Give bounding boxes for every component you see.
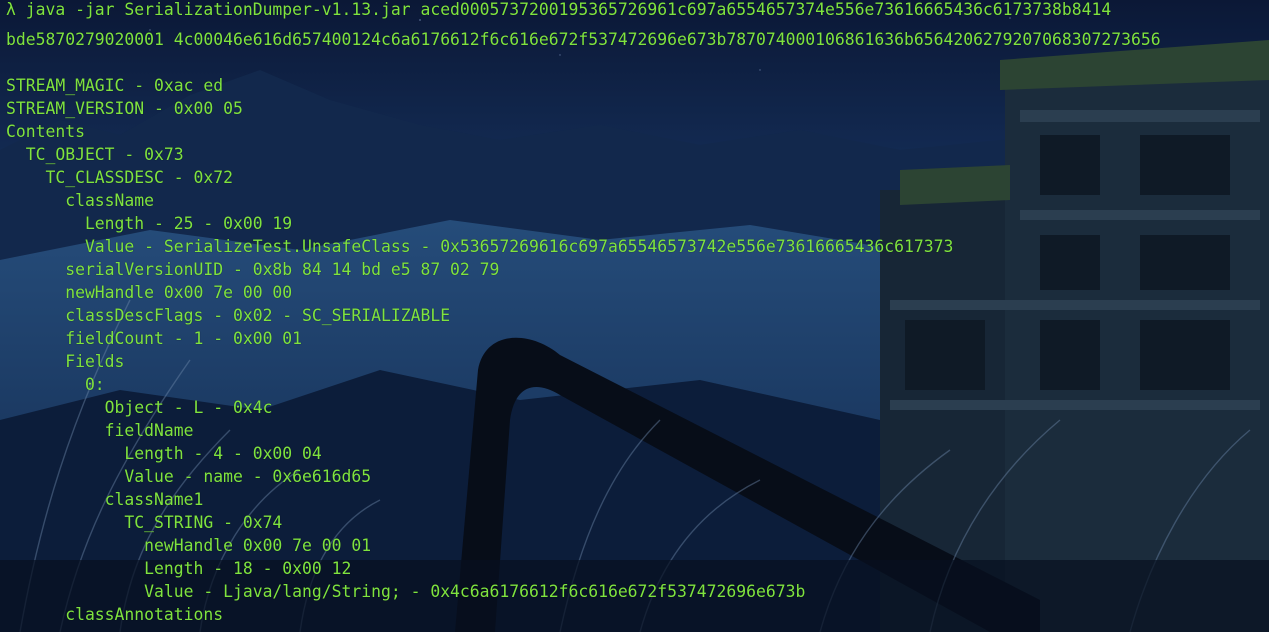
output-line: STREAM_VERSION - 0x00 05 — [6, 99, 243, 118]
output-line: className — [6, 191, 155, 210]
command-line-2: bde5870279020001 4c00046e616d657400124c6… — [6, 30, 1161, 49]
output-line: Fields — [6, 352, 125, 371]
output-line: Value - SerializeTest.UnsafeClass - 0x53… — [6, 237, 954, 256]
output-line: Length - 4 - 0x00 04 — [6, 444, 322, 463]
output-line: classDescFlags - 0x02 - SC_SERIALIZABLE — [6, 306, 451, 325]
output-line: newHandle 0x00 7e 00 00 — [6, 283, 293, 302]
output-line: classAnnotations — [6, 605, 224, 624]
output-line: fieldName — [6, 421, 194, 440]
command-line-1: λ java -jar SerializationDumper-v1.13.ja… — [6, 0, 1112, 19]
output-line: Length - 18 - 0x00 12 — [6, 559, 352, 578]
output-line: Length - 25 - 0x00 19 — [6, 214, 293, 233]
output-line: serialVersionUID - 0x8b 84 14 bd e5 87 0… — [6, 260, 500, 279]
output-line: TC_OBJECT - 0x73 — [6, 145, 184, 164]
output-line: TC_STRING - 0x74 — [6, 513, 283, 532]
terminal-window[interactable]: λ java -jar SerializationDumper-v1.13.ja… — [0, 0, 1269, 632]
output-line: STREAM_MAGIC - 0xac ed — [6, 76, 224, 95]
output-line: Contents — [6, 122, 85, 141]
output-line: 0: — [6, 375, 105, 394]
output-line: Value - Ljava/lang/String; - 0x4c6a61766… — [6, 582, 806, 601]
output-line: TC_CLASSDESC - 0x72 — [6, 168, 233, 187]
output-line: Object - L - 0x4c — [6, 398, 273, 417]
output-line: fieldCount - 1 - 0x00 01 — [6, 329, 303, 348]
output-line: newHandle 0x00 7e 00 01 — [6, 536, 372, 555]
output-line: className1 — [6, 490, 204, 509]
output-line: Value - name - 0x6e616d65 — [6, 467, 372, 486]
